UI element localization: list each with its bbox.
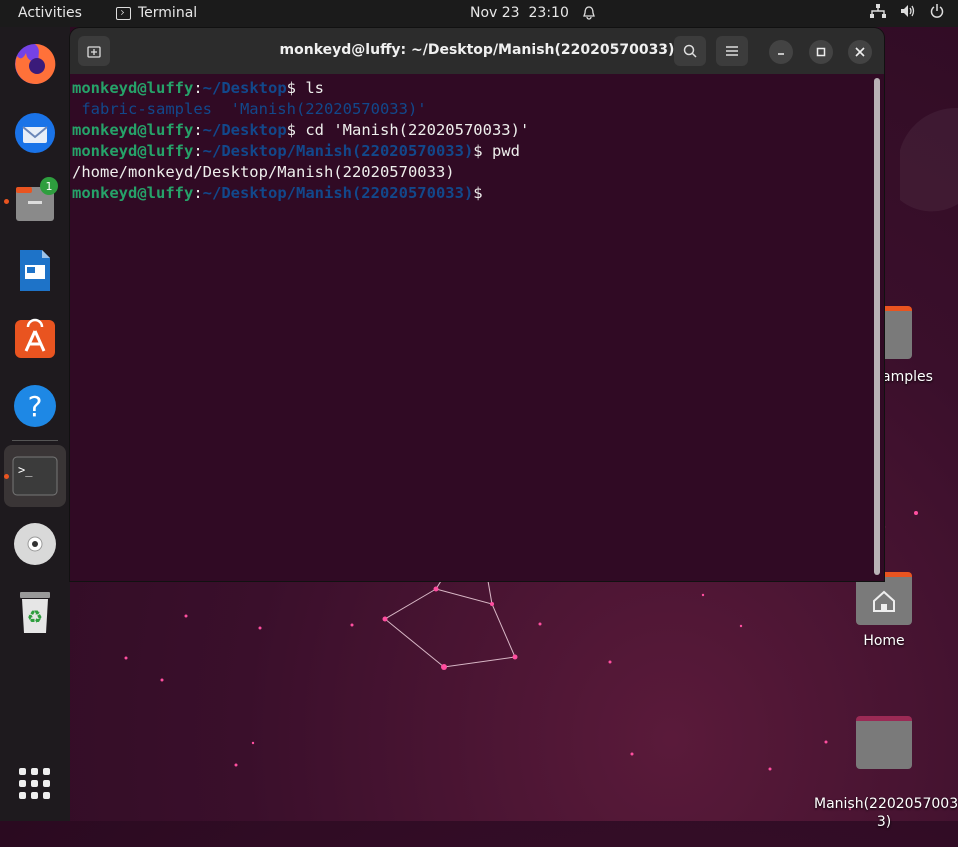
terminal-running-indicator [4, 474, 9, 479]
files-running-indicator [4, 199, 9, 204]
terminal-line: monkeyd@luffy:~/Desktop/Manish(220205700… [72, 142, 520, 160]
close-icon [855, 47, 865, 57]
terminal-icon[interactable]: >_ [4, 445, 66, 507]
clock[interactable]: Nov 23 23:10 [470, 5, 595, 21]
folder-icon [856, 716, 912, 769]
desktop-icon-label: amples [882, 369, 933, 385]
terminal-window[interactable]: monkeyd@luffy: ~/Desktop/Manish(22020570… [70, 28, 884, 581]
alarm-bell-icon [582, 6, 595, 20]
thunderbird-icon[interactable] [10, 108, 60, 158]
terminal-line: fabric-samples 'Manish(22020570033)' [72, 100, 427, 118]
desktop-icon-label: Manish(2202057003 3) [814, 796, 958, 830]
volume-icon [901, 5, 915, 17]
dock: 1 ? >_ ♻ [0, 27, 70, 821]
search-icon [683, 44, 697, 58]
network-icon [870, 4, 886, 18]
search-button[interactable] [674, 36, 706, 66]
top-bar: Activities Terminal Nov 23 23:10 [0, 0, 958, 27]
firefox-icon[interactable] [10, 39, 60, 89]
desktop-icon-home[interactable]: Home [834, 572, 934, 649]
maximize-icon [816, 47, 826, 57]
terminal-small-icon [116, 6, 131, 20]
system-tray[interactable] [870, 4, 944, 18]
close-button[interactable] [848, 40, 872, 64]
menu-button[interactable] [716, 36, 748, 66]
minimize-button[interactable] [769, 40, 793, 64]
power-icon [930, 4, 944, 18]
app-center-icon[interactable] [10, 313, 60, 363]
svg-text:>_: >_ [18, 463, 33, 477]
terminal-line: monkeyd@luffy:~/Desktop$ cd 'Manish(2202… [72, 121, 530, 139]
activities-button[interactable]: Activities [18, 5, 82, 21]
show-apps-icon[interactable] [10, 759, 60, 809]
libreoffice-writer-icon[interactable] [10, 245, 60, 295]
window-title: monkeyd@luffy: ~/Desktop/Manish(22020570… [279, 42, 675, 58]
svg-text:♻: ♻ [27, 607, 43, 628]
terminal-line: /home/monkeyd/Desktop/Manish(22020570033… [72, 163, 455, 181]
terminal-headerbar[interactable]: monkeyd@luffy: ~/Desktop/Manish(22020570… [70, 28, 884, 74]
help-icon[interactable]: ? [10, 381, 60, 431]
app-menu-terminal[interactable]: Terminal [116, 5, 197, 21]
files-icon[interactable]: 1 [10, 177, 60, 227]
app-name: Terminal [138, 5, 198, 21]
maximize-button[interactable] [809, 40, 833, 64]
terminal-scrollbar[interactable] [874, 78, 880, 575]
dock-separator [12, 440, 58, 441]
files-notification-badge: 1 [40, 177, 58, 195]
clock-date: Nov 23 23:10 [470, 5, 569, 21]
dvd-icon[interactable] [10, 519, 60, 569]
desktop-icon-label: Home [863, 633, 905, 649]
terminal-line: monkeyd@luffy:~/Desktop/Manish(220205700… [72, 184, 483, 202]
hamburger-menu-icon [726, 46, 738, 56]
terminal-line: monkeyd@luffy:~/Desktop$ ls [72, 79, 324, 97]
desktop-icon-manish[interactable]: Manish(2202057003 3) [814, 700, 958, 847]
svg-text:?: ? [28, 390, 43, 423]
trash-icon[interactable]: ♻ [10, 587, 60, 637]
terminal-output[interactable]: monkeyd@luffy:~/Desktop$ ls fabric-sampl… [72, 78, 868, 581]
minimize-icon [778, 53, 784, 55]
